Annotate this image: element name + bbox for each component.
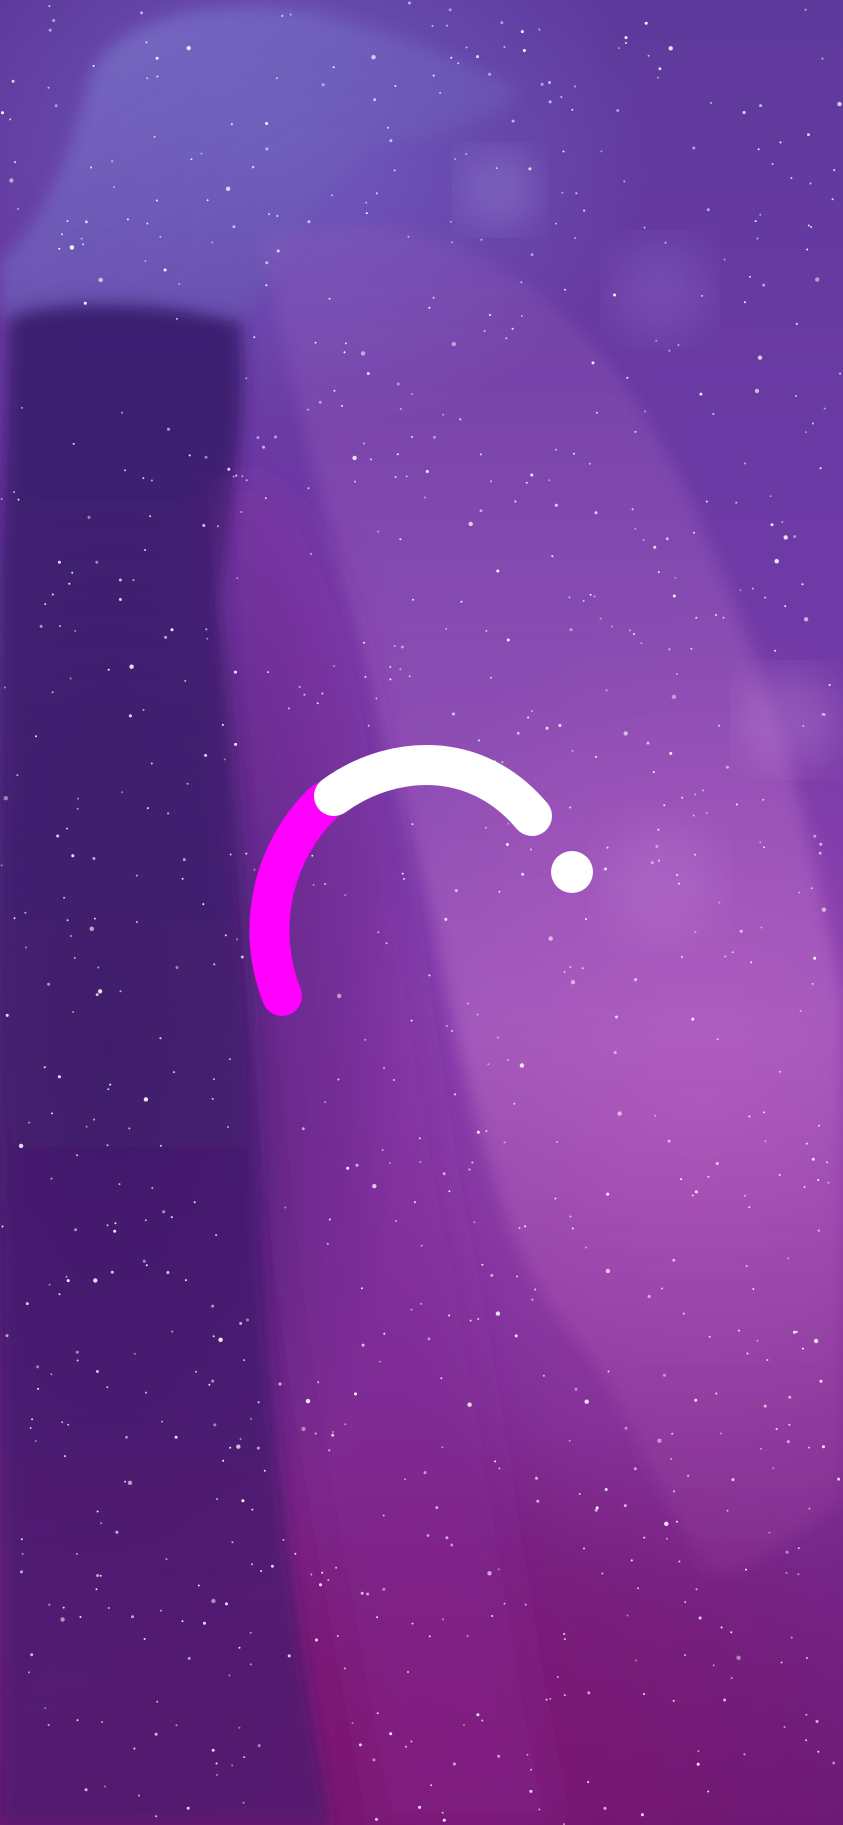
spinner-dot [551,851,593,893]
loading-screen [0,0,843,1825]
spinner-accent-arc [249,782,344,1016]
spinner-primary-arc [314,745,552,836]
loading-spinner [249,745,593,1016]
